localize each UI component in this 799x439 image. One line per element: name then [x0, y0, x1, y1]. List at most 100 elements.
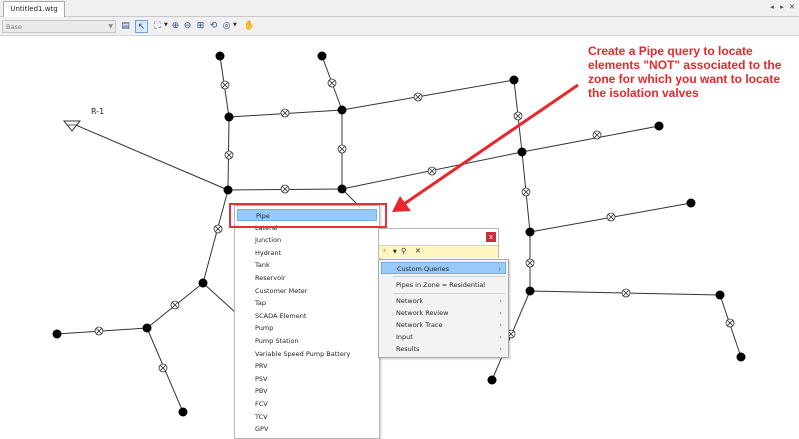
chevron-right-icon: › — [499, 297, 502, 305]
valve-icon[interactable] — [280, 184, 290, 194]
junction-node[interactable] — [223, 185, 233, 195]
junction-node[interactable] — [517, 147, 527, 157]
valve-icon[interactable] — [213, 224, 223, 234]
scenario-select-value: Base — [6, 23, 22, 31]
junction-node[interactable] — [198, 278, 208, 288]
menu-item-psv[interactable]: PSV — [237, 373, 377, 385]
valve-icon[interactable] — [220, 80, 230, 90]
zoom-window-icon[interactable]: ⊞ — [194, 20, 207, 33]
menu-item-customer-meter[interactable]: Customer Meter — [237, 285, 377, 297]
menu-item-prv[interactable]: PRV — [237, 360, 377, 372]
pipe[interactable] — [202, 189, 229, 284]
chevron-right-icon: › — [498, 265, 501, 273]
menu-item-variable-speed-pump-battery[interactable]: Variable Speed Pump Battery — [237, 348, 377, 360]
pipe-highlight-box — [229, 203, 387, 228]
chevron-right-icon: › — [499, 333, 502, 341]
valve-icon[interactable] — [513, 111, 523, 121]
junction-node[interactable] — [178, 407, 188, 417]
menu-item-label: Input — [396, 333, 413, 341]
pipe[interactable] — [70, 122, 229, 191]
menu-item-gpv[interactable]: GPV — [237, 423, 377, 435]
scenario-select[interactable]: Base ▼ — [2, 20, 116, 33]
junction-node[interactable] — [142, 323, 152, 333]
junction-node[interactable] — [736, 352, 746, 362]
menu-item-pump[interactable]: Pump — [237, 322, 377, 334]
valve-icon[interactable] — [170, 300, 180, 310]
query-lightning-icon[interactable]: ⚡ — [382, 247, 387, 255]
junction-node[interactable] — [224, 112, 234, 122]
menu-item-tcv[interactable]: TCV — [237, 411, 377, 423]
menu-item-network-review[interactable]: Network Review › — [381, 307, 506, 319]
chevron-down-icon[interactable]: ▼ — [164, 22, 168, 28]
menu-item-network-trace[interactable]: Network Trace › — [381, 319, 506, 331]
junction-node[interactable] — [525, 286, 535, 296]
junction-node[interactable] — [686, 198, 696, 208]
menu-item-tap[interactable]: Tap — [237, 297, 377, 309]
close-icon[interactable]: x — [486, 232, 496, 242]
pipe[interactable] — [202, 282, 237, 314]
junction-node[interactable] — [317, 51, 327, 61]
menu-item-pump-station[interactable]: Pump Station — [237, 335, 377, 347]
zoom-extents-icon[interactable]: ⛶ — [151, 20, 164, 33]
valve-icon[interactable] — [521, 187, 531, 197]
zoom-out-icon[interactable]: ⊖ — [181, 20, 194, 33]
zoom-center-icon[interactable]: ◎ — [220, 20, 233, 33]
junction-node[interactable] — [52, 329, 62, 339]
junction-node[interactable] — [337, 184, 347, 194]
valve-icon[interactable] — [427, 166, 437, 176]
document-tab-strip: Untitled1.wtg ◂ ▸ ✕ — [0, 0, 799, 17]
annotation-callout: Create a Pipe query to locate elements "… — [588, 44, 782, 100]
valve-icon[interactable] — [280, 108, 290, 118]
document-tab[interactable]: Untitled1.wtg — [3, 1, 65, 17]
menu-item-tank[interactable]: Tank — [237, 259, 377, 271]
valve-icon[interactable] — [621, 288, 631, 298]
valve-icon[interactable] — [725, 318, 735, 328]
find-binoculars-icon[interactable]: ⚲ — [401, 247, 406, 255]
menu-item-fcv[interactable]: FCV — [237, 398, 377, 410]
chevron-right-icon: › — [499, 345, 502, 353]
menu-item-pipes-in-zone[interactable]: Pipes in Zone = Residential — [381, 279, 506, 291]
reservoir-label: R-1 — [91, 107, 104, 116]
menu-item-custom-queries[interactable]: Custom Queries › — [381, 262, 506, 274]
scenario-manager-icon[interactable]: ▤ — [119, 20, 132, 33]
junction-node[interactable] — [509, 75, 519, 85]
valve-icon[interactable] — [327, 78, 337, 88]
junction-node[interactable] — [215, 51, 225, 61]
junction-node[interactable] — [654, 121, 664, 131]
menu-item-network[interactable]: Network › — [381, 295, 506, 307]
pan-hand-icon[interactable]: ✋ — [243, 20, 256, 33]
menu-item-pbv[interactable]: PBV — [237, 385, 377, 397]
junction-node[interactable] — [715, 290, 725, 300]
valve-icon[interactable] — [158, 363, 168, 373]
menu-item-hydrant[interactable]: Hydrant — [237, 247, 377, 259]
menu-item-reservoir[interactable]: Reservoir — [237, 272, 377, 284]
chevron-down-icon[interactable]: ▼ — [393, 249, 397, 255]
scroll-tabs-left-icon[interactable]: ◂ — [769, 3, 775, 11]
chevron-down-icon[interactable]: ▼ — [233, 22, 237, 28]
valve-icon[interactable] — [606, 212, 616, 222]
menu-item-results[interactable]: Results › — [381, 343, 506, 355]
valve-icon[interactable] — [337, 144, 347, 154]
valve-icon[interactable] — [525, 258, 535, 268]
clear-query-icon[interactable]: ✕ — [415, 247, 421, 255]
scroll-tabs-right-icon[interactable]: ▸ — [779, 3, 785, 11]
menu-item-junction[interactable]: Junction — [237, 234, 377, 246]
menu-item-scada-element[interactable]: SCADA Element — [237, 310, 377, 322]
menu-item-input[interactable]: Input › — [381, 331, 506, 343]
junction-node[interactable] — [337, 105, 347, 115]
valve-icon[interactable] — [94, 326, 104, 336]
pipe[interactable] — [521, 125, 660, 153]
menu-item-label: Custom Queries — [397, 265, 450, 273]
zoom-previous-icon[interactable]: ⟲ — [207, 20, 220, 33]
pipe[interactable] — [341, 79, 515, 111]
close-tab-icon[interactable]: ✕ — [789, 3, 795, 11]
menu-separator — [393, 276, 505, 277]
junction-node[interactable] — [487, 375, 497, 385]
valve-icon[interactable] — [413, 92, 423, 102]
junction-node[interactable] — [525, 227, 535, 237]
select-pointer-icon[interactable]: ↖ — [135, 20, 148, 33]
valve-icon[interactable] — [592, 130, 602, 140]
menu-item-label: Network — [396, 297, 424, 305]
valve-icon[interactable] — [224, 150, 234, 160]
menu-item-label: Network Trace — [396, 321, 443, 329]
